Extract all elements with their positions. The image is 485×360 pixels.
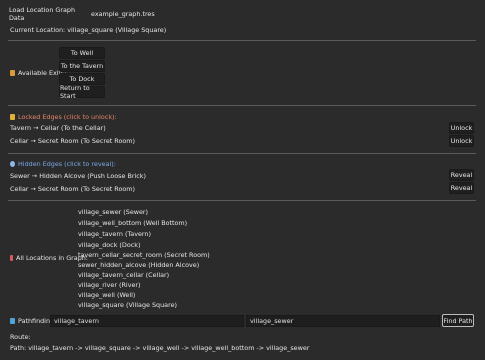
exit-door-icon bbox=[10, 70, 15, 76]
location-item: village_well (Well) bbox=[78, 291, 136, 299]
location-item: village_sewer (Sewer) bbox=[78, 208, 149, 216]
load-graph-button[interactable]: Load Location Graph Data bbox=[8, 6, 88, 22]
divider bbox=[8, 105, 476, 106]
location-item: village_river (River) bbox=[78, 281, 141, 289]
location-item: village_tavern_cellar (Cellar) bbox=[78, 271, 170, 279]
exit-button-to-well[interactable]: To Well bbox=[59, 47, 105, 59]
location-item: village_square (Village Square) bbox=[78, 301, 177, 309]
location-item: village_tavern (Tavern) bbox=[78, 230, 151, 238]
locked-edges-title: Locked Edges (click to unlock): bbox=[10, 113, 117, 121]
reveal-button[interactable]: Reveal bbox=[449, 182, 474, 194]
lock-icon bbox=[10, 114, 15, 120]
all-locations-label: All Locations in Graph: bbox=[10, 254, 88, 262]
locked-edge-label: Tavern → Cellar (To the Cellar) bbox=[10, 124, 106, 132]
location-item: village_well_bottom (Well Bottom) bbox=[78, 219, 188, 227]
path-from-input[interactable]: village_tavern bbox=[50, 315, 244, 327]
hidden-edges-title: Hidden Edges (click to reveal): bbox=[10, 160, 116, 168]
route-label: Route: bbox=[10, 333, 31, 341]
locked-edges-text: Locked Edges (click to unlock): bbox=[18, 113, 117, 121]
exit-button-to-tavern[interactable]: To the Tavern bbox=[59, 60, 105, 72]
exit-button-return-to-start[interactable]: Return to Start bbox=[59, 84, 105, 100]
path-icon bbox=[10, 318, 15, 324]
hidden-edges-text: Hidden Edges (click to reveal): bbox=[18, 160, 116, 168]
divider bbox=[8, 40, 476, 41]
location-item: tavern_cellar_secret_room (Secret Room) bbox=[78, 251, 210, 259]
locked-edge-label: Cellar → Secret Room (To Secret Room) bbox=[10, 137, 135, 145]
file-name-label: example_graph.tres bbox=[91, 10, 155, 18]
pin-icon bbox=[10, 255, 13, 261]
eye-icon bbox=[10, 161, 15, 167]
path-to-input[interactable]: village_sewer bbox=[246, 315, 440, 327]
divider bbox=[8, 200, 476, 201]
path-result-text: Path: village_tavern -> village_square -… bbox=[10, 344, 310, 352]
location-item: village_dock (Dock) bbox=[78, 241, 141, 249]
location-item: sewer_hidden_alcove (Hidden Alcove) bbox=[78, 261, 200, 269]
hidden-edge-label: Sewer → Hidden Alcove (Push Loose Brick) bbox=[10, 172, 146, 180]
reveal-button[interactable]: Reveal bbox=[449, 169, 474, 181]
unlock-button[interactable]: Unlock bbox=[449, 135, 474, 147]
find-path-button[interactable]: Find Path bbox=[442, 314, 474, 327]
divider bbox=[8, 153, 476, 154]
current-location-label: Current Location: village_square (Villag… bbox=[10, 26, 167, 34]
hidden-edge-label: Cellar → Secret Room (To Secret Room) bbox=[10, 185, 135, 193]
unlock-button[interactable]: Unlock bbox=[449, 122, 474, 134]
